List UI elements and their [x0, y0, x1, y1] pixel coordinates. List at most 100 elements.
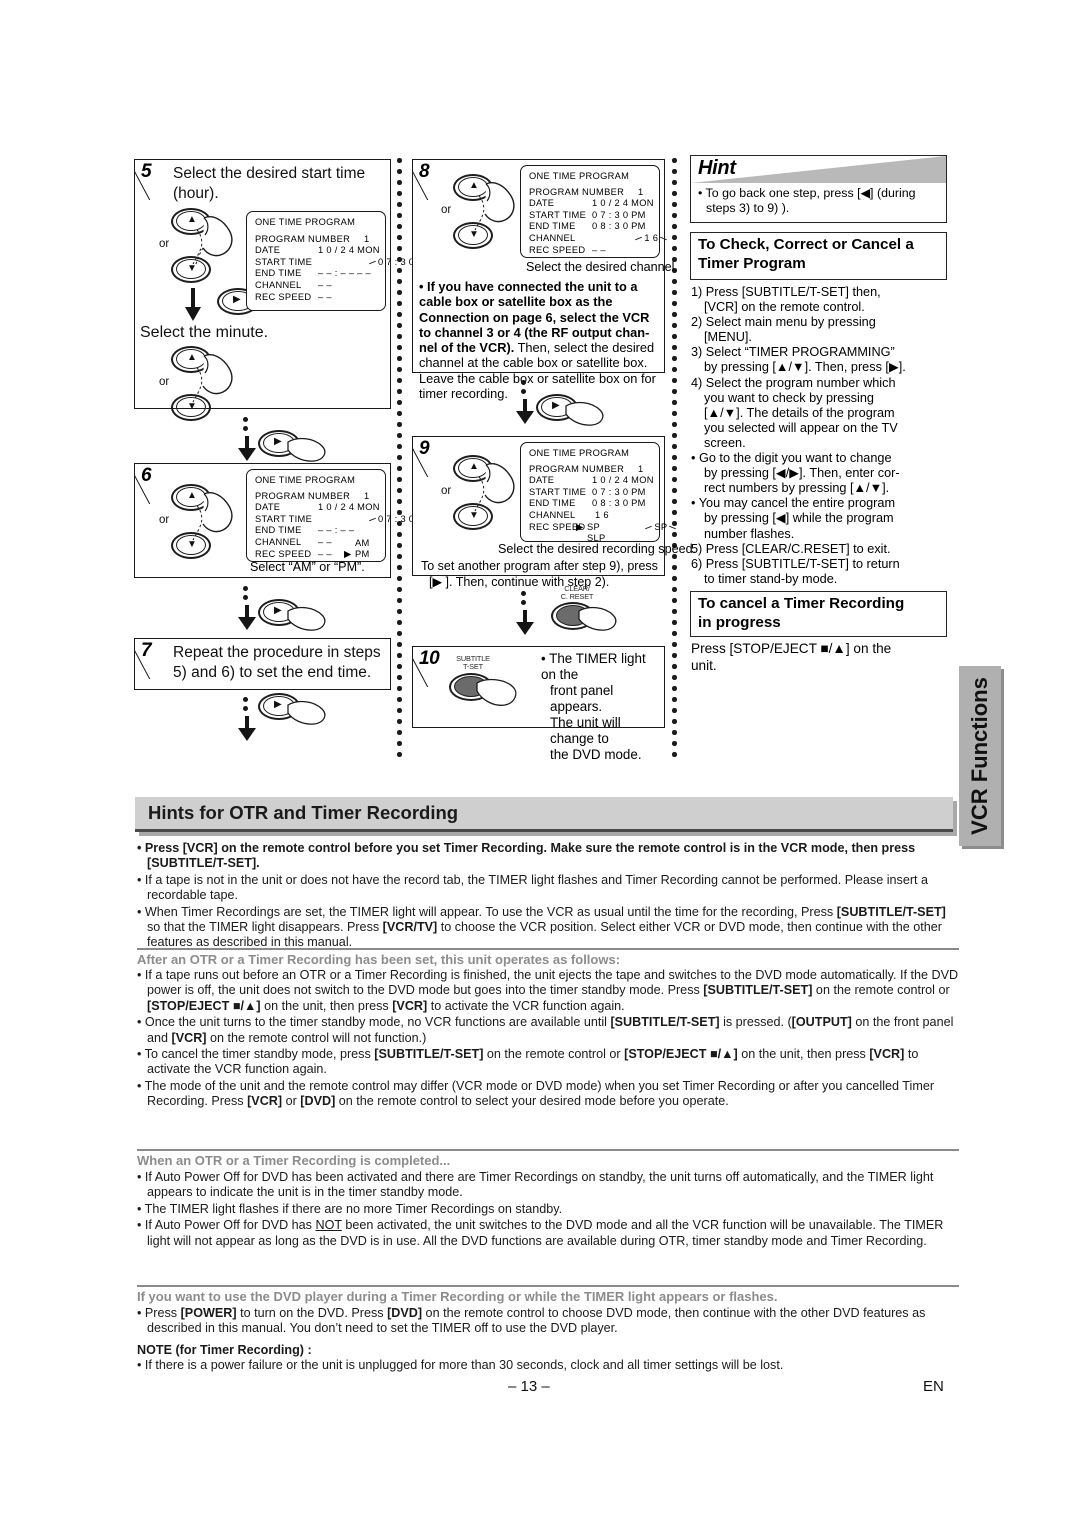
osd-label: CHANNEL — [255, 536, 302, 547]
osd-value: – – : – – – – — [318, 268, 372, 279]
side-tab-label: VCR Functions — [967, 677, 992, 835]
check-item-bullet-1: • Go to the digit you want to change — [691, 451, 892, 466]
hand-icon — [287, 700, 326, 725]
osd-label: END TIME — [255, 268, 302, 279]
hints-g2-bullet-2: • Once the unit turns to the timer stand… — [137, 1015, 954, 1045]
cancel-section-heading: To cancel a Timer Recording in progress — [690, 591, 947, 637]
osd-value: 1 — [638, 186, 644, 197]
osd-value: – – : – – — [318, 525, 355, 536]
osd-label: END TIME — [529, 221, 576, 232]
osd-label: START TIME — [529, 209, 587, 220]
osd-title: ONE TIME PROGRAM — [255, 475, 356, 485]
hints-bullet-1: • Press [VCR] on the remote control befo… — [137, 841, 916, 871]
check-item-1b: [VCR] on the remote control. — [704, 300, 865, 315]
hints-group2-title: After an OTR or a Timer Recording has be… — [137, 948, 959, 967]
step-10-box: 10 SUBTITLE T-SET • The TIMER light on t… — [412, 646, 665, 762]
hand-icon — [476, 678, 517, 706]
osd-row-rec-speed: REC SPEED – – — [529, 245, 652, 257]
hints-g3-bullet-3: • If Auto Power Off for DVD has NOT been… — [137, 1218, 944, 1248]
osd-row-end-time: END TIME 0 8 : 3 0 PM — [529, 221, 652, 233]
step-8-osd-panel: ONE TIME PROGRAM PROGRAM NUMBER 1 DATE 1… — [520, 165, 660, 258]
osd-row-rec-speed: REC SPEED – – — [255, 292, 378, 304]
hints-bullet-3: • When Timer Recordings are set, the TIM… — [137, 904, 946, 950]
osd-label: END TIME — [255, 525, 302, 536]
step-9-number: 9 — [419, 438, 430, 459]
osd-row-end-time: END TIME – – : – – — [255, 525, 378, 537]
step-7-line2: 5) and 6) to set the end time. — [173, 664, 372, 681]
osd-row-start-time: START TIME 0 7 : 3 0 – – — [255, 256, 431, 269]
osd-label: END TIME — [529, 498, 576, 509]
cancel-heading-line2: in progress — [698, 613, 781, 631]
osd-label: REC SPEED — [255, 548, 312, 559]
check-item-4c: [▲/▼]. The details of the program — [704, 405, 895, 420]
hand-icon — [578, 606, 617, 631]
step-5-updown-buttons-2: ▲ or ▼ — [157, 346, 247, 424]
osd-label: DATE — [255, 502, 281, 513]
column-separator-left — [397, 158, 402, 757]
check-item-2: 2) Select main menu by pressing — [691, 315, 876, 330]
osd-value: 1 0 / 2 4 MON — [592, 475, 654, 486]
step-10-number: 10 — [419, 648, 440, 669]
osd-row-end-time: END TIME 0 8 : 3 0 PM — [529, 498, 652, 510]
osd-value: 1 0 / 2 4 MON — [318, 245, 380, 256]
step-10-line1: • The TIMER light on the — [541, 651, 646, 682]
page-number: – 13 – — [508, 1378, 550, 1395]
hints-g3-bullet-2: • The TIMER light flashes if there are n… — [137, 1201, 563, 1216]
note-bullet-1: • If there is a power failure or the uni… — [137, 1358, 784, 1373]
osd-value: 1 — [364, 233, 370, 244]
osd-value: 0 8 : 3 0 PM — [592, 498, 646, 509]
osd-label: START TIME — [529, 486, 587, 497]
osd-row-program-number: PROGRAM NUMBER 1 — [529, 464, 652, 476]
step-6-updown-buttons: ▲ or ▼ — [157, 484, 247, 562]
hints-g4-bullet-1: • Press [POWER] to turn on the DVD. Pres… — [137, 1306, 926, 1336]
osd-label: START TIME — [255, 513, 313, 524]
osd-row-program-number: PROGRAM NUMBER 1 — [529, 187, 652, 199]
hints-note: NOTE (for Timer Recording) : • If there … — [137, 1343, 959, 1374]
step-9-osd-panel: ONE TIME PROGRAM PROGRAM NUMBER 1 DATE 1… — [520, 442, 667, 543]
connector-arrow-6-7 — [236, 605, 258, 636]
osd-row-program-number: PROGRAM NUMBER 1 — [255, 234, 378, 246]
osd-value: 1 0 / 2 4 MON — [318, 502, 380, 513]
hints-section-title: Hints for OTR and Timer Recording — [148, 802, 459, 823]
hints-g2-bullet-3: • To cancel the timer standby mode, pres… — [137, 1047, 919, 1077]
step-5-flow-arrow — [182, 288, 204, 327]
connector-play-button-after-7: ▶ — [258, 691, 333, 725]
hint-title: Hint — [698, 157, 736, 179]
osd-title: ONE TIME PROGRAM — [529, 171, 630, 181]
check-item-bullet-2: • You may cancel the entire program — [691, 496, 896, 511]
check-item-2b: [MENU]. — [704, 330, 752, 345]
column-separator-right — [672, 158, 677, 757]
page-language: EN — [923, 1378, 944, 1395]
hints-group3: • If Auto Power Off for DVD has been act… — [137, 1170, 959, 1249]
step-8-note: • If you have connected the unit to a ca… — [419, 279, 656, 402]
hand-icon-2 — [192, 354, 233, 403]
osd-label: PROGRAM NUMBER — [529, 463, 625, 474]
osd-value: – – — [318, 279, 332, 290]
step-5-number: 5 — [141, 161, 152, 182]
step-9-note-line1: To set another program after step 9), pr… — [421, 559, 658, 573]
step-7-line1: Repeat the procedure in steps — [173, 644, 381, 661]
osd-label: REC SPEED — [529, 244, 586, 255]
osd-row-channel: CHANNEL – – — [255, 280, 378, 292]
hand-icon — [287, 437, 326, 462]
step-8-number: 8 — [419, 161, 430, 182]
connector-arrow-8-9 — [514, 399, 536, 430]
osd-option-am: AM — [355, 538, 370, 548]
osd-option-pm: PM — [355, 549, 370, 559]
step-5-box: 5 Select the desired start time (hour). … — [134, 159, 431, 421]
hints-g3-bullet-1: • If Auto Power Off for DVD has been act… — [137, 1170, 934, 1200]
hint-header: Hint — [691, 156, 946, 183]
check-item-bullet-2c: number flashes. — [704, 526, 795, 541]
hand-icon-1 — [192, 216, 233, 267]
check-item-6b: to timer stand-by mode. — [704, 571, 838, 586]
clear-reset-button-illustration: CLEAR/ C. RESET — [543, 585, 633, 635]
connector-play-button-8-9: ▶ — [536, 392, 611, 426]
osd-label: START TIME — [255, 256, 313, 267]
osd-row-date: DATE 1 0 / 2 4 MON — [529, 198, 653, 210]
step-6-box: 6 ▲ or ▼ ONE TIME PROGRAM PROGRAM NUMBER… — [134, 463, 431, 578]
step-10-line3: The unit will change to — [550, 715, 621, 746]
step-6-number: 6 — [141, 465, 152, 486]
step-5-line2: (hour). — [173, 185, 219, 202]
check-item-4e: screen. — [704, 435, 746, 450]
hand-icon — [474, 182, 515, 231]
